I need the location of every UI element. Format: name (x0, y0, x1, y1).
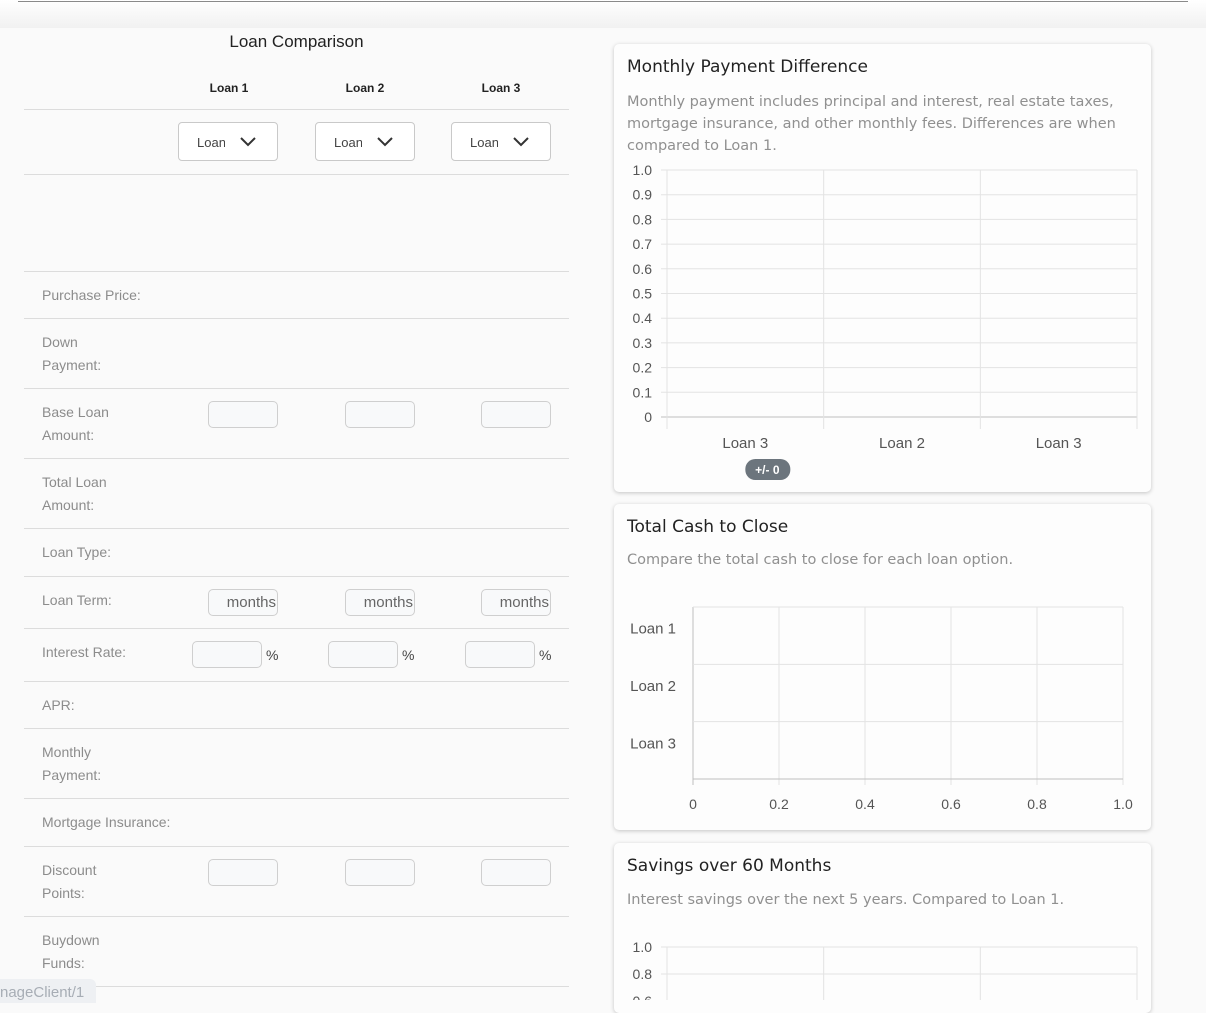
difference-badge-label: +/- 0 (755, 463, 780, 477)
divider (24, 916, 569, 917)
discount-points-input-loan-3[interactable] (481, 859, 551, 886)
interest-rate-input-loan-3[interactable] (465, 641, 535, 668)
y-tick-label: Loan 2 (630, 678, 676, 695)
divider (24, 174, 569, 175)
savings-chart: 1.0 0.8 0.6 (633, 939, 1138, 1000)
divider (24, 388, 569, 389)
loan-3-select[interactable]: Loan (451, 122, 551, 161)
row-label-down-payment: Down Payment: (42, 334, 102, 373)
y-tick-label: 0.6 (633, 261, 653, 277)
row-label-monthly-payment: Monthly Payment: (42, 744, 102, 783)
row-label-discount-points: Discount Points: (42, 862, 97, 901)
divider (24, 109, 569, 110)
y-tick-label: 0 (644, 409, 652, 425)
x-tick-label: 0.6 (941, 796, 961, 812)
divider (24, 986, 569, 987)
x-tick-label: Loan 2 (879, 435, 925, 452)
monthly-payment-chart: 1.0 0.9 0.8 0.7 0.6 0.5 0.4 0.3 0.2 0.1 0 Loan 3 Loa… (633, 162, 1138, 480)
y-tick-label: 0.5 (633, 286, 653, 302)
y-tick-label: Loan 3 (630, 735, 676, 752)
x-tick-label: 0.8 (1027, 796, 1047, 812)
y-tick-label: 0.9 (633, 187, 653, 203)
loan-1-select-value: Loan (197, 135, 225, 150)
column-header-loan-1: Loan 1 (209, 81, 249, 95)
loan-3-select-value: Loan (470, 135, 498, 150)
y-tick-label: Loan 1 (630, 621, 676, 638)
percent-unit: % (266, 647, 279, 663)
loan-1-select[interactable]: Loan (178, 122, 278, 161)
y-tick-label: 0.2 (633, 360, 653, 376)
divider (24, 458, 569, 459)
divider (24, 846, 569, 847)
chevron-down-icon (377, 137, 393, 147)
x-tick-label: 0.2 (769, 796, 789, 812)
divider (24, 798, 569, 799)
loan-term-input-loan-2[interactable]: months (345, 589, 415, 616)
y-tick-label: 1.0 (633, 162, 653, 178)
base-loan-amount-input-loan-2[interactable] (345, 401, 415, 428)
total-cash-to-close-card: Total Cash to Close Compare the total ca… (614, 504, 1151, 830)
row-label-total-loan-amount: Total Loan Amount: (42, 474, 107, 513)
row-label-interest-rate: Interest Rate: (42, 644, 127, 660)
row-label-base-loan-amount: Base Loan Amount: (42, 404, 109, 443)
row-label-apr: APR: (42, 697, 75, 713)
interest-rate-input-loan-2[interactable] (328, 641, 398, 668)
divider (24, 576, 569, 577)
discount-points-input-loan-2[interactable] (345, 859, 415, 886)
divider (24, 728, 569, 729)
base-loan-amount-input-loan-3[interactable] (481, 401, 551, 428)
column-header-loan-2: Loan 2 (345, 81, 385, 95)
loan-2-select[interactable]: Loan (315, 122, 415, 161)
y-tick-label: 1.0 (633, 939, 653, 955)
y-tick-label: 0.1 (633, 384, 653, 400)
column-header-loan-3: Loan 3 (481, 81, 521, 95)
chevron-down-icon (240, 137, 256, 147)
monthly-payment-difference-card: Monthly Payment Difference Monthly payme… (614, 44, 1151, 492)
loan-2-select-value: Loan (334, 135, 362, 150)
top-bar (0, 0, 1206, 28)
row-label-loan-term: Loan Term: (42, 592, 112, 608)
percent-unit: % (402, 647, 415, 663)
x-tick-label: Loan 3 (1036, 435, 1082, 452)
discount-points-input-loan-1[interactable] (208, 859, 278, 886)
chevron-down-icon (513, 137, 529, 147)
divider (24, 271, 569, 272)
y-tick-label: 0.8 (633, 966, 653, 982)
row-label-loan-type: Loan Type: (42, 544, 112, 560)
interest-rate-input-loan-1[interactable] (192, 641, 262, 668)
x-tick-label: Loan 3 (722, 435, 768, 452)
row-label-mortgage-insurance: Mortgage Insurance: (42, 814, 171, 830)
loan-term-input-loan-3[interactable]: months (481, 589, 551, 616)
row-label-buydown-funds: Buydown Funds: (42, 932, 100, 971)
x-tick-label: 0.4 (855, 796, 875, 812)
divider (24, 628, 569, 629)
base-loan-amount-input-loan-1[interactable] (208, 401, 278, 428)
y-tick-label: 0.7 (633, 236, 653, 252)
percent-unit: % (539, 647, 552, 663)
y-tick-label: 0.4 (633, 310, 653, 326)
y-tick-label: 0.8 (633, 211, 653, 227)
comparison-title: Loan Comparison (229, 32, 364, 51)
x-tick-label: 0 (689, 796, 697, 812)
divider (24, 681, 569, 682)
savings-card: Savings over 60 Months Interest savings … (614, 843, 1151, 1013)
top-divider (18, 1, 1188, 2)
status-url: nageClient/1 (0, 979, 97, 1003)
x-tick-label: 1.0 (1113, 796, 1133, 812)
y-tick-label: 0.6 (633, 993, 653, 1000)
row-label-purchase-price: Purchase Price: (42, 287, 141, 303)
cash-to-close-chart: 0 0.2 0.4 0.6 0.8 1.0 Loan 1 Loan 2 Loan 3 (630, 606, 1133, 812)
divider (24, 318, 569, 319)
y-tick-label: 0.3 (633, 335, 653, 351)
divider (24, 528, 569, 529)
loan-term-input-loan-1[interactable]: months (208, 589, 278, 616)
